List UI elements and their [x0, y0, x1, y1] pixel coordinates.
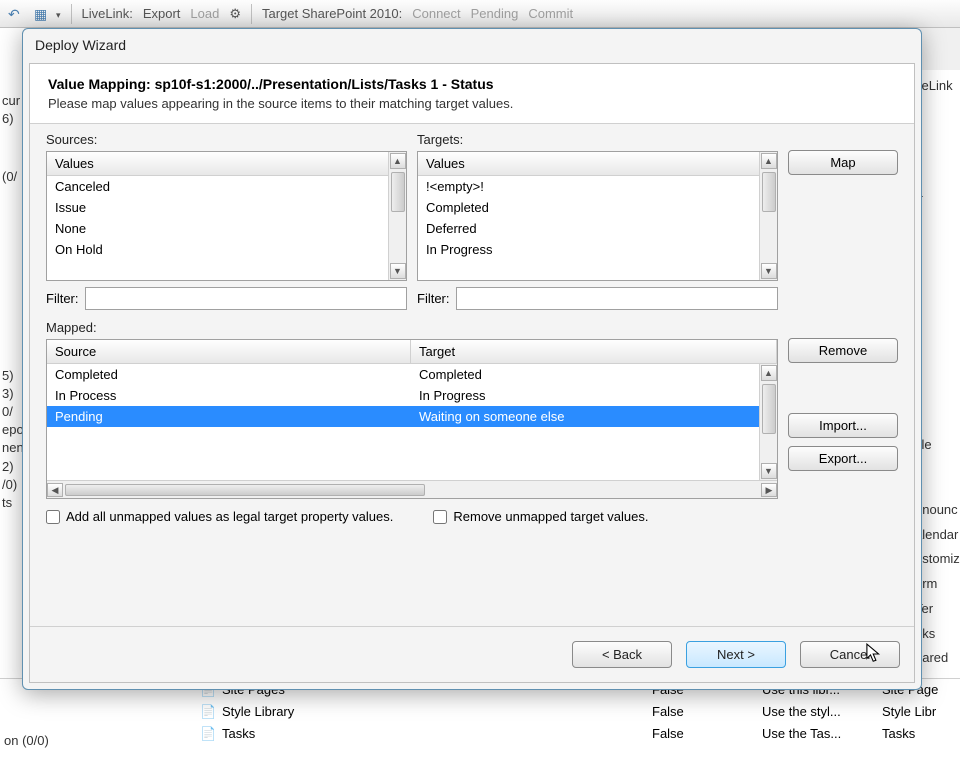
scroll-thumb[interactable]	[762, 384, 776, 434]
mapped-row[interactable]: CompletedCompleted	[47, 364, 759, 385]
remove-button[interactable]: Remove	[788, 338, 898, 363]
mapped-target-cell: Completed	[411, 367, 759, 382]
bg-bottom-grid: 📄Site PagesFalseUse this libr...Site Pag…	[0, 678, 960, 758]
targets-filter-input[interactable]	[456, 287, 779, 310]
sources-filter-input[interactable]	[85, 287, 408, 310]
targets-item[interactable]: Completed	[418, 197, 759, 218]
remove-unmapped-checkbox-label[interactable]: Remove unmapped target values.	[433, 509, 648, 524]
scroll-up-icon[interactable]: ▲	[761, 365, 777, 381]
mapped-target-header[interactable]: Target	[411, 340, 777, 363]
item-icon: 📄	[200, 726, 216, 742]
export-button[interactable]: Export...	[788, 446, 898, 471]
load-toolbar-button[interactable]: Load	[186, 4, 223, 23]
mapped-listbox[interactable]: Source Target CompletedCompletedIn Proce…	[46, 339, 778, 499]
bg-footer-text: on (0/0)	[4, 733, 49, 748]
undo-button[interactable]	[4, 4, 28, 24]
calendar-icon	[34, 6, 50, 22]
value-mapping-subtitle: Please map values appearing in the sourc…	[48, 96, 896, 111]
targets-scrollbar[interactable]: ▲ ▼	[759, 152, 777, 280]
pending-button[interactable]: Pending	[467, 4, 523, 23]
sources-item[interactable]: Canceled	[47, 176, 388, 197]
scroll-left-icon[interactable]: ◀	[47, 483, 63, 497]
mapped-row[interactable]: In ProcessIn Progress	[47, 385, 759, 406]
export-toolbar-button[interactable]: Export	[139, 4, 185, 23]
scroll-down-icon[interactable]: ▼	[761, 463, 777, 479]
targets-filter-label: Filter:	[417, 291, 450, 306]
commit-button[interactable]: Commit	[524, 4, 577, 23]
sources-filter-label: Filter:	[46, 291, 79, 306]
config-icon: ⚙	[229, 6, 241, 22]
targets-values-header[interactable]: Values	[418, 152, 759, 176]
add-unmapped-checkbox-label[interactable]: Add all unmapped values as legal target …	[46, 509, 393, 524]
scroll-thumb-h[interactable]	[65, 484, 425, 496]
undo-icon	[8, 6, 24, 22]
bg-left-panel: cur 6) (0/ 5) 3) 0/ epo nen 2) /0) ts	[0, 28, 24, 758]
next-button[interactable]: Next >	[686, 641, 786, 668]
main-toolbar: LiveLink: Export Load ⚙ Target SharePoin…	[0, 0, 960, 28]
chevron-down-icon	[54, 6, 61, 21]
targets-item[interactable]: Deferred	[418, 218, 759, 239]
scroll-right-icon[interactable]: ▶	[761, 483, 777, 497]
mapped-source-cell: Pending	[47, 409, 411, 424]
scroll-down-icon[interactable]: ▼	[761, 263, 777, 279]
map-button[interactable]: Map	[788, 150, 898, 175]
scroll-thumb[interactable]	[762, 172, 776, 212]
calendar-dropdown[interactable]	[30, 4, 65, 24]
item-icon: 📄	[200, 704, 216, 720]
back-button[interactable]: < Back	[572, 641, 672, 668]
mapped-row[interactable]: PendingWaiting on someone else	[47, 406, 759, 427]
sources-item[interactable]: None	[47, 218, 388, 239]
mapped-source-cell: In Process	[47, 388, 411, 403]
import-button[interactable]: Import...	[788, 413, 898, 438]
targets-label: Targets:	[417, 132, 778, 147]
mapped-scrollbar-h[interactable]: ◀ ▶	[47, 480, 777, 498]
sources-values-header[interactable]: Values	[47, 152, 388, 176]
targets-item[interactable]: !<empty>!	[418, 176, 759, 197]
sources-listbox[interactable]: Values CanceledIssueNoneOn Hold ▲ ▼	[46, 151, 407, 281]
bg-grid-row[interactable]: 📄Style LibraryFalseUse the styl...Style …	[200, 701, 960, 723]
scroll-up-icon[interactable]: ▲	[761, 153, 777, 169]
sources-item[interactable]: Issue	[47, 197, 388, 218]
mapped-source-cell: Completed	[47, 367, 411, 382]
scroll-thumb[interactable]	[391, 172, 405, 212]
scroll-up-icon[interactable]: ▲	[390, 153, 406, 169]
dialog-title: Deploy Wizard	[23, 29, 921, 61]
sources-label: Sources:	[46, 132, 407, 147]
mapped-source-header[interactable]: Source	[47, 340, 411, 363]
targets-item[interactable]: In Progress	[418, 239, 759, 260]
mapped-scrollbar-v[interactable]: ▲ ▼	[759, 364, 777, 480]
value-mapping-title: Value Mapping: sp10f-s1:2000/../Presenta…	[48, 76, 896, 92]
livelink-label: LiveLink:	[78, 4, 137, 23]
targets-listbox[interactable]: Values !<empty>!CompletedDeferredIn Prog…	[417, 151, 778, 281]
mapped-label: Mapped:	[46, 320, 778, 335]
remove-unmapped-checkbox[interactable]	[433, 510, 447, 524]
sources-scrollbar[interactable]: ▲ ▼	[388, 152, 406, 280]
load-config-button[interactable]: ⚙	[225, 4, 245, 24]
scroll-down-icon[interactable]: ▼	[390, 263, 406, 279]
connect-button[interactable]: Connect	[408, 4, 464, 23]
bg-grid-row[interactable]: 📄TasksFalseUse the Tas...Tasks	[200, 723, 960, 745]
dialog-header: Value Mapping: sp10f-s1:2000/../Presenta…	[30, 64, 914, 124]
target-label: Target SharePoint 2010:	[258, 4, 406, 23]
sources-item[interactable]: On Hold	[47, 239, 388, 260]
add-unmapped-checkbox[interactable]	[46, 510, 60, 524]
mapped-target-cell: Waiting on someone else	[411, 409, 759, 424]
mapped-target-cell: In Progress	[411, 388, 759, 403]
deploy-wizard-dialog: Deploy Wizard Value Mapping: sp10f-s1:20…	[22, 28, 922, 690]
cancel-button[interactable]: Cancel	[800, 641, 900, 668]
